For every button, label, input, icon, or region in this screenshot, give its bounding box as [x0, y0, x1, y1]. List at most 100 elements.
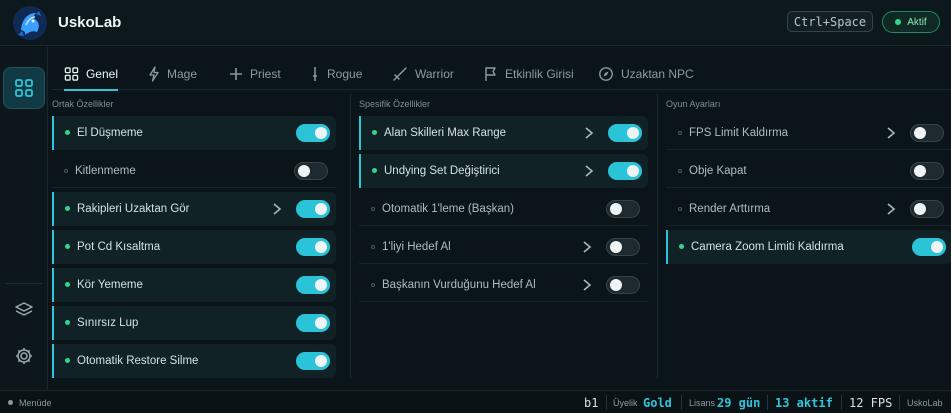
toggle-knob [315, 317, 327, 329]
dagger-icon [313, 67, 317, 81]
status-dot-icon [65, 358, 70, 363]
feature-toggle[interactable] [296, 124, 330, 142]
feature-row[interactable]: Undying Set Değiştirici [359, 154, 648, 188]
tab-rogue[interactable]: Rogue [310, 58, 362, 90]
feature-label: Obje Kapat [689, 164, 747, 177]
tab-etkinlik-girisi[interactable]: Etkinlik Girisi [484, 58, 574, 90]
feature-toggle[interactable] [608, 162, 642, 180]
menu-indicator: Menüde [8, 391, 52, 413]
feature-toggle[interactable] [606, 276, 640, 294]
feature-row[interactable]: Camera Zoom Limiti Kaldırma [666, 230, 951, 264]
feature-row[interactable]: Rakipleri Uzaktan Gör [52, 192, 336, 226]
plus-icon [230, 68, 242, 80]
feature-label: Başkanın Vurduğunu Hedef Al [382, 278, 536, 291]
license-label: Lisans [689, 397, 716, 408]
feature-toggle[interactable] [910, 124, 944, 142]
chevron-right-icon[interactable] [582, 126, 596, 140]
chevron-right-icon[interactable] [582, 164, 596, 178]
feature-row[interactable]: Otomatik 1'leme (Başkan) [359, 192, 648, 226]
status-dot-icon [371, 283, 375, 287]
tab-label: Etkinlik Girisi [505, 67, 574, 81]
tab-warrior[interactable]: Warrior [392, 58, 454, 90]
status-dot-icon [678, 169, 682, 173]
footer-divider [681, 395, 682, 410]
feature-row[interactable]: Başkanın Vurduğunu Hedef Al [359, 268, 648, 302]
chevron-right-icon[interactable] [580, 240, 594, 254]
tab-uzaktan-npc[interactable]: Uzaktan NPC [598, 58, 694, 90]
footer-brand: UskoLab [907, 397, 943, 408]
feature-row[interactable]: Alan Skilleri Max Range [359, 116, 648, 150]
tab-label: Priest [250, 67, 281, 81]
chevron-right-icon[interactable] [884, 126, 898, 140]
chevron-right-icon[interactable] [270, 202, 284, 216]
footer-divider [899, 395, 900, 410]
feature-row[interactable]: Obje Kapat [666, 154, 951, 188]
rail-layers-button[interactable] [3, 289, 45, 331]
feature-row[interactable]: Sınırsız Lup [52, 306, 336, 340]
feature-label: Sınırsız Lup [77, 317, 139, 329]
toggle-knob [627, 165, 639, 177]
toggle-knob [914, 203, 926, 215]
tab-mage[interactable]: Mage [148, 58, 197, 90]
toggle-knob [914, 127, 926, 139]
tab-label: Mage [167, 67, 198, 81]
feature-toggle[interactable] [910, 200, 944, 218]
toggle-knob [315, 355, 327, 367]
sword-icon [393, 67, 407, 81]
feature-row[interactable]: Kör Yememe [52, 268, 336, 302]
chevron-right-icon[interactable] [580, 278, 594, 292]
active-count: 13 aktif [775, 395, 833, 410]
feature-toggle[interactable] [296, 276, 330, 294]
feature-row[interactable]: Render Arttırma [666, 192, 951, 226]
feature-toggle[interactable] [608, 124, 642, 142]
status-badge[interactable]: Aktif [882, 11, 940, 33]
rail-divider [6, 283, 42, 284]
feature-toggle[interactable] [294, 162, 328, 180]
tab-priest[interactable]: Priest [229, 58, 281, 90]
membership-label: Üyelik [613, 397, 638, 408]
dragon-logo-icon [13, 6, 47, 40]
membership-value: Gold [643, 395, 672, 410]
toggle-knob [914, 165, 926, 177]
feature-row[interactable]: FPS Limit Kaldırma [666, 116, 951, 150]
status-dot-icon [371, 207, 375, 211]
tab-genel[interactable]: Genel [64, 58, 118, 91]
rail-grid-button[interactable] [3, 67, 45, 109]
feature-row[interactable]: Pot Cd Kısaltma [52, 230, 336, 264]
feature-label: 1'liyi Hedef Al [382, 240, 451, 253]
status-dot-icon [372, 130, 377, 135]
license-value: 29 gün [717, 395, 761, 410]
feature-toggle[interactable] [606, 238, 640, 256]
toggle-knob [315, 279, 327, 291]
feature-row[interactable]: 1'liyi Hedef Al [359, 230, 648, 264]
toggle-knob [298, 165, 310, 177]
tab-label: Warrior [415, 67, 454, 81]
feature-row[interactable]: Kitlenmeme [52, 154, 336, 188]
toggle-knob [610, 241, 622, 253]
side-rail [0, 47, 48, 390]
status-dot-icon [65, 320, 70, 325]
feature-label: Otomatik 1'leme (Başkan) [382, 202, 514, 215]
feature-toggle[interactable] [910, 162, 944, 180]
feature-toggle[interactable] [296, 314, 330, 332]
feature-toggle[interactable] [296, 352, 330, 370]
feature-label: Undying Set Değiştirici [384, 165, 500, 177]
status-dot-icon [895, 19, 902, 25]
feature-toggle[interactable] [606, 200, 640, 218]
feature-toggle[interactable] [296, 200, 330, 218]
rail-settings-button[interactable] [3, 335, 45, 377]
feature-row[interactable]: El Düşmeme [52, 116, 336, 150]
toggle-knob [627, 127, 639, 139]
shortcut-hint: Ctrl+Space [787, 11, 873, 32]
feature-label: Alan Skilleri Max Range [384, 127, 507, 139]
feature-toggle[interactable] [912, 238, 946, 256]
footer-divider [606, 395, 607, 410]
chevron-right-icon[interactable] [884, 202, 898, 216]
feature-row[interactable]: Otomatik Restore Silme [52, 344, 336, 378]
tab-bar: Genel Mage Priest Rogue Warrior Etkinlik… [52, 58, 951, 91]
status-dot-icon [372, 168, 377, 173]
toggle-knob [610, 279, 622, 291]
feature-label: Otomatik Restore Silme [77, 355, 199, 367]
column-divider [657, 94, 658, 378]
feature-toggle[interactable] [296, 238, 330, 256]
